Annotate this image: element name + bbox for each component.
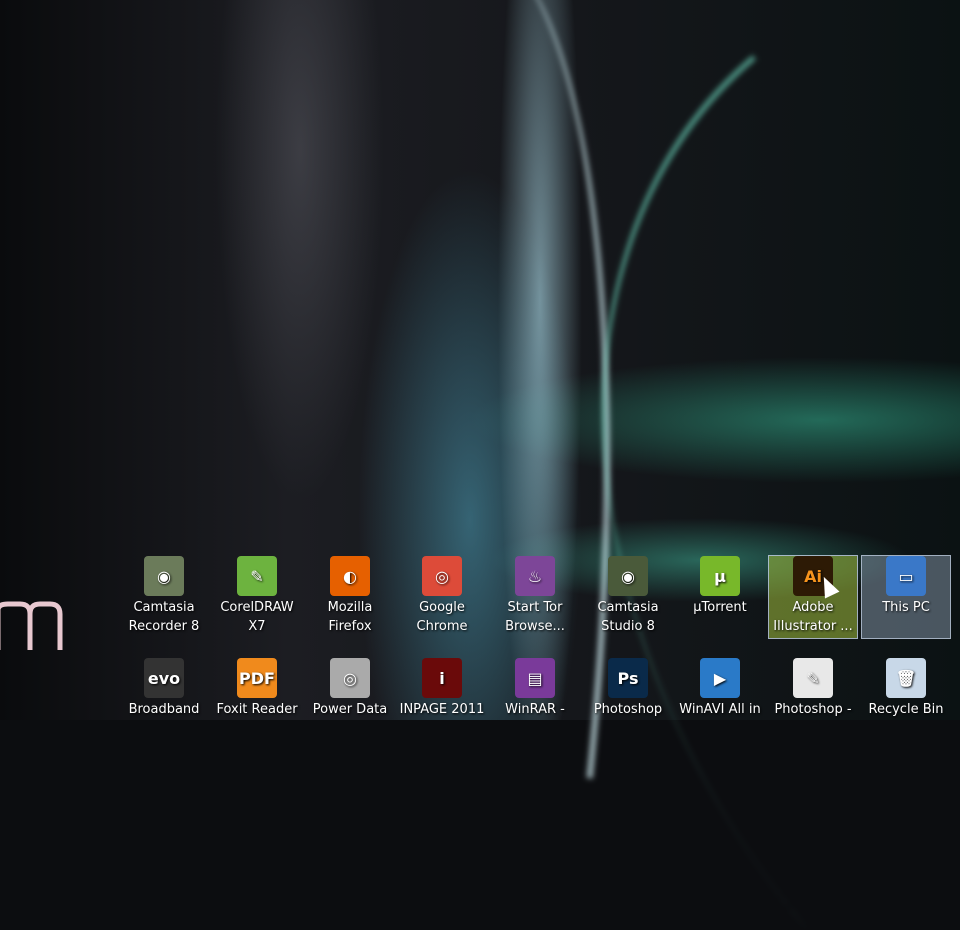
desktop-icon-label: Foxit Reader xyxy=(216,702,298,717)
desktop-icon-label: Photoshop - xyxy=(774,702,852,717)
photoshop-icon: Ps xyxy=(608,658,648,698)
desktop-icon[interactable]: ♨ Start Tor Browse... xyxy=(491,556,579,638)
computer-icon: ▭ xyxy=(886,556,926,596)
desktop-icon[interactable]: ◎ Google Chrome xyxy=(398,556,486,638)
desktop-icon[interactable]: ✎ CorelDRAW X7 xyxy=(213,556,301,638)
evo-icon: evo xyxy=(144,658,184,698)
desktop-icon[interactable]: ▭ This PC xyxy=(861,555,951,639)
chrome-icon: ◎ xyxy=(422,556,462,596)
desktop-icon-label: WinRAR - xyxy=(505,702,565,717)
desktop-icon-label: INPAGE 2011 xyxy=(399,702,485,717)
winrar-icon: ▤ xyxy=(515,658,555,698)
desktop-icon-label: Mozilla Firefox xyxy=(327,600,373,634)
desktop-icon[interactable]: ◐ Mozilla Firefox xyxy=(306,556,394,638)
desktop-icon-label: Google Chrome xyxy=(416,600,468,634)
desktop-icon[interactable]: ◉ Camtasia Studio 8 xyxy=(584,556,672,638)
desktop-icon-label: Camtasia Recorder 8 xyxy=(128,600,200,634)
camtasia-recorder-icon: ◉ xyxy=(144,556,184,596)
desktop-icon-label: Power Data xyxy=(312,702,388,717)
desktop-icon-label: µTorrent xyxy=(693,600,747,615)
tor-icon: ♨ xyxy=(515,556,555,596)
desktop-icon[interactable]: µ µTorrent xyxy=(676,556,764,638)
desktop-icon[interactable]: ▶ WinAVI All in xyxy=(676,658,764,719)
desktop-icon-label: Start Tor Browse... xyxy=(505,600,565,634)
desktop-icon-label: Photoshop xyxy=(593,702,663,717)
desktop-icon-label: WinAVI All in xyxy=(679,702,761,717)
camtasia-studio-icon: ◉ xyxy=(608,556,648,596)
desktop-icon[interactable]: Ai Adobe Illustrator ... xyxy=(768,555,858,639)
desktop-icon[interactable]: ◉ Camtasia Recorder 8 xyxy=(120,556,208,638)
desktop-icon[interactable]: PDF Foxit Reader xyxy=(213,658,301,719)
desktop-icon[interactable]: i INPAGE 2011 xyxy=(398,658,486,719)
utorrent-icon: µ xyxy=(700,556,740,596)
photoshop-file-icon: ✎ xyxy=(793,658,833,698)
pdf-icon: PDF xyxy=(237,658,277,698)
desktop-icon[interactable]: ◎ Power Data xyxy=(306,658,394,719)
desktop-icon-label: Broadband xyxy=(128,702,200,717)
desktop-icon-label: Adobe Illustrator ... xyxy=(773,600,853,634)
partial-logo xyxy=(0,601,63,650)
desktop-icon[interactable]: evo Broadband xyxy=(120,658,208,719)
desktop-icon[interactable]: Ps Photoshop xyxy=(584,658,672,719)
desktop-icon[interactable]: ✎ Photoshop - xyxy=(769,658,857,719)
desktop-icon[interactable]: 🗑 Recycle Bin xyxy=(862,658,950,719)
desktop-icon-label: Recycle Bin xyxy=(868,702,944,717)
coreldraw-icon: ✎ xyxy=(237,556,277,596)
inpage-icon: i xyxy=(422,658,462,698)
disc-icon: ◎ xyxy=(330,658,370,698)
winavi-icon: ▶ xyxy=(700,658,740,698)
firefox-icon: ◐ xyxy=(330,556,370,596)
recycle-bin-icon: 🗑 xyxy=(886,658,926,698)
desktop-icon[interactable]: ▤ WinRAR - xyxy=(491,658,579,719)
desktop-icon-label: This PC xyxy=(882,600,930,615)
desktop-icon-label: CorelDRAW X7 xyxy=(220,600,294,634)
desktop-icon-label: Camtasia Studio 8 xyxy=(597,600,659,634)
